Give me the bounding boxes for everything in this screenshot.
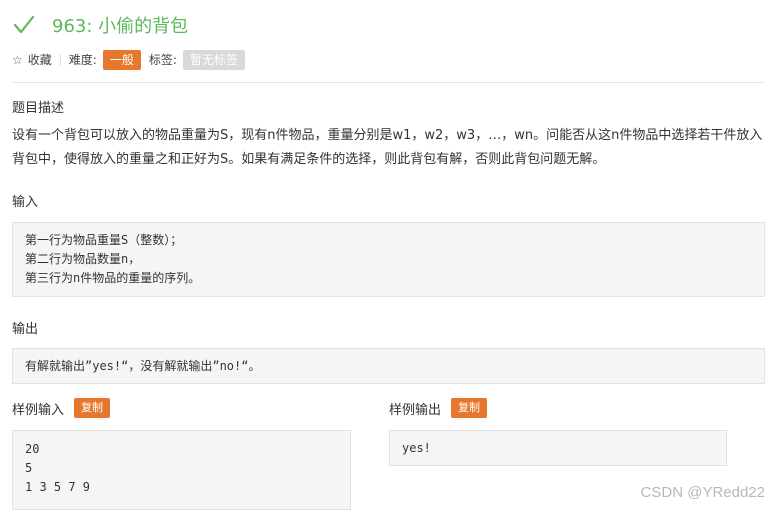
- sample-output-heading: 样例输出: [389, 402, 442, 418]
- header-divider: [12, 82, 765, 83]
- problem-page: 963: 小偷的背包 ☆ 收藏 难度: 一般 标签: 暂无标签 题目描述 设有一…: [0, 0, 779, 513]
- input-line: 第三行为n件物品的重量的序列。: [25, 271, 201, 285]
- description-text: 设有一个背包可以放入的物品重量为S，现有n件物品，重量分别是w1，w2，w3，……: [12, 128, 763, 167]
- sample-input-line: 20: [25, 442, 40, 456]
- problem-header: 963: 小偷的背包: [12, 10, 188, 40]
- watermark: CSDN @YRedd22: [640, 484, 765, 501]
- difficulty-label: 难度:: [68, 53, 97, 67]
- tags-badge: 暂无标签: [182, 49, 245, 70]
- output-line: 有解就输出”yes!“，没有解就输出”no!“。: [25, 359, 261, 373]
- input-heading: 输入: [12, 195, 39, 210]
- meta-divider: [59, 53, 61, 66]
- check-icon: [13, 15, 35, 34]
- difficulty-badge: 一般: [102, 49, 141, 70]
- sample-input-line: 5: [25, 461, 33, 475]
- input-line: 第一行为物品重量S（整数）；: [25, 233, 183, 247]
- favorite-label[interactable]: 收藏: [28, 51, 52, 68]
- description-heading: 题目描述: [12, 101, 65, 116]
- input-description-box: 第一行为物品重量S（整数）； 第二行为物品数量n， 第三行为n件物品的重量的序列…: [12, 222, 765, 297]
- sample-input-box: 20 5 1 3 5 7 9: [12, 430, 351, 510]
- copy-sample-output-button[interactable]: 复制: [451, 398, 488, 418]
- copy-sample-input-button[interactable]: 复制: [74, 398, 111, 418]
- sample-output-header: 样例输出 复制: [389, 397, 488, 419]
- tags-label: 标签:: [148, 53, 177, 67]
- output-description-box: 有解就输出”yes!“，没有解就输出”no!“。: [12, 348, 765, 384]
- sample-output-box: yes!: [389, 430, 727, 466]
- problem-title: 963: 小偷的背包: [52, 16, 189, 37]
- sample-input-line: 1 3 5 7 9: [25, 480, 91, 494]
- input-line: 第二行为物品数量n，: [25, 252, 141, 266]
- problem-meta: ☆ 收藏 难度: 一般 标签: 暂无标签: [12, 49, 245, 70]
- sample-output-line: yes!: [402, 441, 431, 455]
- star-icon[interactable]: ☆: [12, 53, 23, 67]
- output-heading: 输出: [12, 322, 39, 337]
- sample-input-header: 样例输入 复制: [12, 397, 111, 419]
- sample-input-heading: 样例输入: [12, 402, 65, 418]
